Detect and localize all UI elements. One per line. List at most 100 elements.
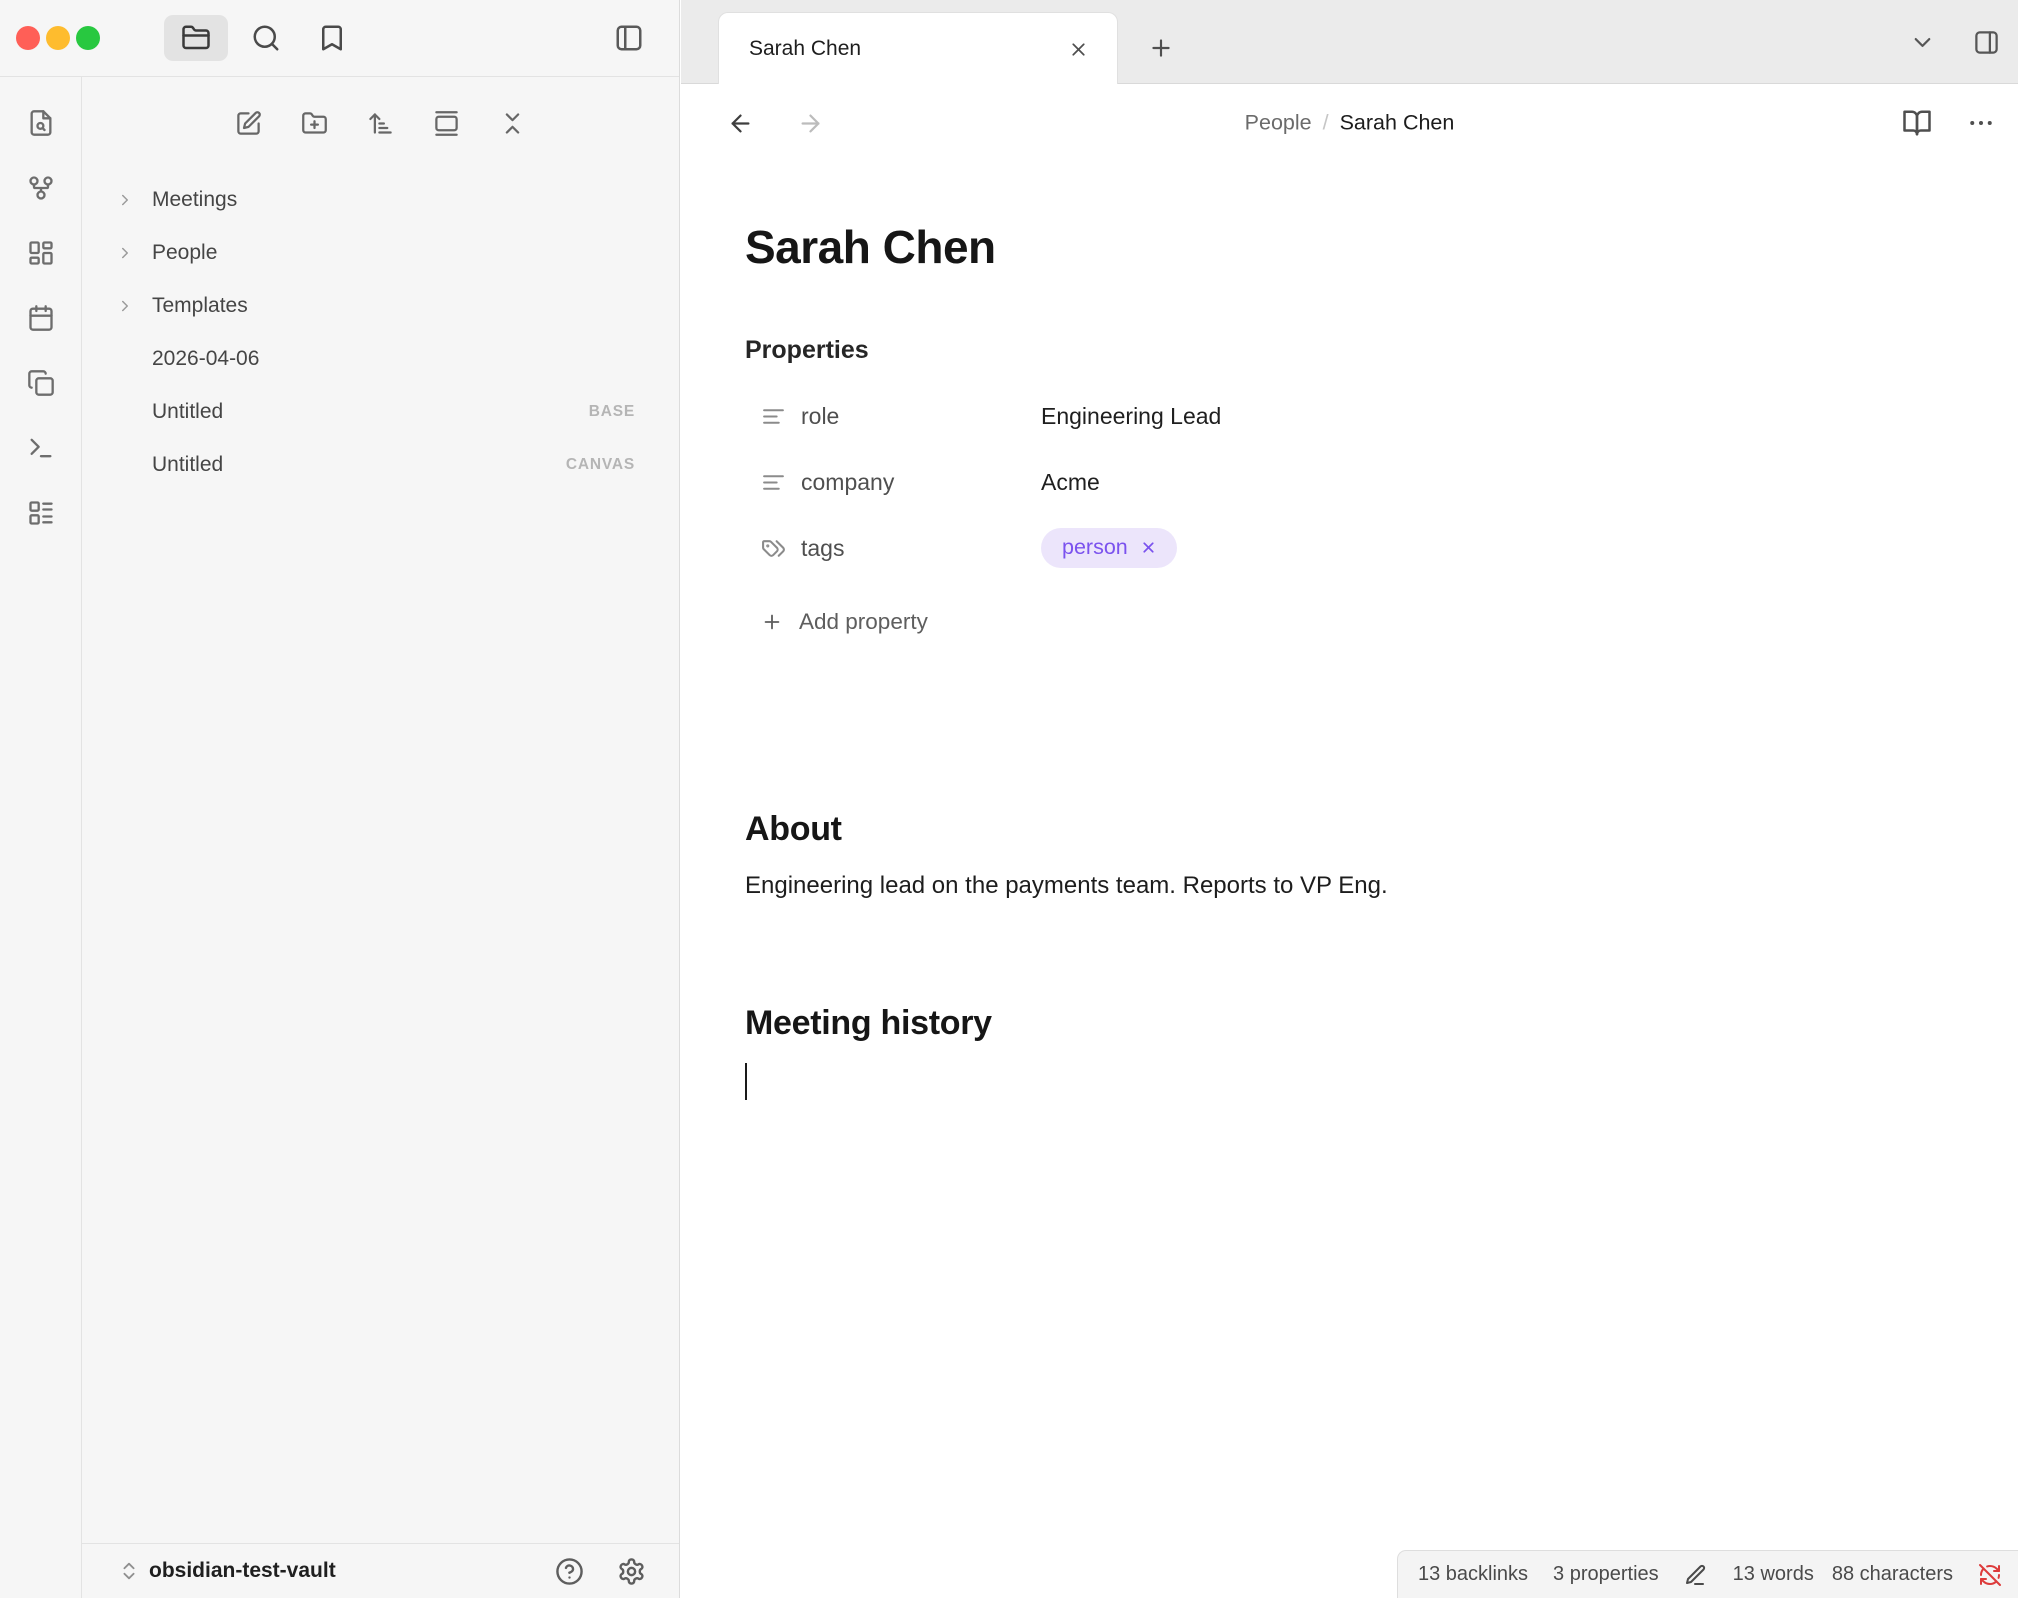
property-row-company[interactable]: company Acme [745,449,1938,515]
new-tab-button[interactable] [1139,26,1183,70]
file-search-button[interactable] [19,101,63,145]
align-left-icon [761,470,786,495]
help-button[interactable] [551,1553,587,1589]
breadcrumb-parent[interactable]: People [1245,111,1312,136]
navigate-back-button[interactable] [721,104,759,142]
file-type-badge: BASE [589,403,635,421]
new-note-button[interactable] [229,103,269,143]
file-name: 2026-04-06 [152,347,259,371]
obsidian-window: Meetings People Templates 2026-04-06 U [0,0,2018,1598]
folder-name: Meetings [152,188,237,212]
book-open-icon [1902,108,1932,138]
search-icon [251,23,281,53]
reading-view-button[interactable] [1896,102,1938,144]
breadcrumb: People / Sarah Chen [1245,111,1455,136]
view-header: People / Sarah Chen [681,84,2018,162]
chevron-right-icon[interactable] [116,244,134,262]
tag-pill-person[interactable]: person [1041,528,1177,568]
file-row-untitled-canvas[interactable]: Untitled CANVAS [82,438,679,491]
section-heading-meeting-history[interactable]: Meeting history [745,1004,1938,1043]
tab-bar: Sarah Chen [681,0,2018,84]
expand-right-sidebar-button[interactable] [1968,24,2004,60]
navigate-forward-button[interactable] [791,104,829,142]
tag-label: person [1062,535,1128,560]
status-bar: 13 backlinks 3 properties 13 words 88 ch… [1397,1550,2018,1598]
breadcrumb-separator: / [1323,111,1329,136]
settings-button[interactable] [613,1553,649,1589]
zoom-window-button[interactable] [76,26,100,50]
graph-view-button[interactable] [19,166,63,210]
chevron-right-icon[interactable] [116,297,134,315]
close-tab-button[interactable] [1063,34,1093,64]
panel-right-icon [1973,29,2000,56]
tab-title: Sarah Chen [749,37,1063,61]
sync-error-icon[interactable] [1978,1563,2002,1587]
ribbon [0,77,82,1598]
folder-row-people[interactable]: People [82,226,679,279]
bookmark-icon [317,23,347,53]
property-key[interactable]: role [745,403,1041,430]
edit-mode-pencil-icon[interactable] [1684,1563,1708,1587]
graph-icon [27,174,55,202]
property-key[interactable]: tags [745,535,1041,562]
about-body-text[interactable]: Engineering lead on the payments team. R… [745,869,1938,904]
gallery-vertical-icon [433,110,460,137]
circle-help-icon [555,1557,584,1586]
remove-tag-icon[interactable] [1140,539,1157,556]
file-type-badge: CANVAS [566,456,635,474]
note-title[interactable]: Sarah Chen [745,220,1938,274]
left-sidebar: Meetings People Templates 2026-04-06 U [0,0,680,1598]
collapse-all-button[interactable] [493,103,533,143]
search-tab-button[interactable] [244,16,288,60]
note-editor[interactable]: Sarah Chen Properties role Engineering L… [681,220,2018,1100]
property-value[interactable]: Engineering Lead [1041,403,1221,430]
ellipsis-icon [1966,108,1996,138]
properties-count[interactable]: 3 properties [1553,1563,1659,1586]
terminal-button[interactable] [19,426,63,470]
plus-icon [761,611,783,633]
property-row-role[interactable]: role Engineering Lead [745,383,1938,449]
plus-icon [1148,35,1174,61]
tab-list-button[interactable] [1904,24,1940,60]
files-tab-button[interactable] [164,15,228,61]
folder-row-meetings[interactable]: Meetings [82,173,679,226]
minimize-window-button[interactable] [46,26,70,50]
gallery-view-button[interactable] [427,103,467,143]
property-name: tags [801,535,844,562]
layout-list-icon [27,499,55,527]
folder-name: People [152,241,217,265]
file-name: Untitled [152,400,223,424]
folder-icon [181,23,211,53]
properties-heading: Properties [745,336,1938,365]
add-property-label: Add property [799,609,928,635]
file-row-daily-note[interactable]: 2026-04-06 [82,332,679,385]
vault-name: obsidian-test-vault [149,1559,336,1583]
backlinks-count[interactable]: 13 backlinks [1418,1563,1528,1586]
breadcrumb-current[interactable]: Sarah Chen [1340,111,1455,136]
file-name: Untitled [152,453,223,477]
templates-button[interactable] [19,361,63,405]
property-value[interactable]: Acme [1041,469,1100,496]
add-property-button[interactable]: Add property [745,597,1938,647]
tab-sarah-chen[interactable]: Sarah Chen [718,12,1118,85]
file-row-untitled-base[interactable]: Untitled BASE [82,385,679,438]
align-left-icon [761,404,786,429]
vault-switcher[interactable]: obsidian-test-vault [118,1559,336,1583]
collapse-left-sidebar-button[interactable] [607,16,651,60]
chevron-right-icon[interactable] [116,191,134,209]
layout-list-button[interactable] [19,491,63,535]
daily-note-button[interactable] [19,296,63,340]
property-key[interactable]: company [745,469,1041,496]
new-folder-button[interactable] [295,103,335,143]
arrow-left-icon [727,110,754,137]
more-options-button[interactable] [1960,102,2002,144]
bases-button[interactable] [19,231,63,275]
property-row-tags[interactable]: tags person [745,515,1938,581]
copy-icon [27,369,55,397]
section-heading-about[interactable]: About [745,810,1938,849]
sort-order-button[interactable] [361,103,401,143]
close-window-button[interactable] [16,26,40,50]
chevron-down-icon [1909,29,1936,56]
bookmarks-tab-button[interactable] [310,16,354,60]
folder-row-templates[interactable]: Templates [82,279,679,332]
